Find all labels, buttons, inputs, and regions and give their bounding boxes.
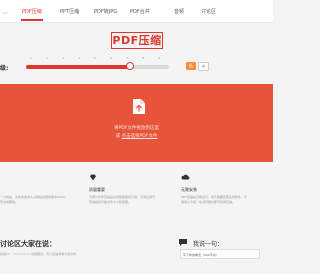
level-badge-low[interactable]: 低 [186,62,196,70]
slider-tick: 6 [110,56,112,60]
nav-pdf-merge[interactable]: PDF合并 [130,8,150,15]
slider-empty-track[interactable] [130,65,169,69]
nav-pdf-compress[interactable]: PDF压缩 [22,8,42,15]
upload-dropzone[interactable]: 将PDF文件拖放到这里 或 点击选择PDF文件 [0,84,273,162]
slider-tick: 7 [126,56,128,60]
slider-tick: 3 [62,56,64,60]
reviews-heading: 讨论区大家在说： [0,240,56,248]
nav-audio[interactable]: 音频 [174,8,184,15]
slider-filled-track[interactable] [26,65,130,69]
upload-or-text: 或 [115,134,121,139]
comment-heading: 我说一句： [193,241,224,248]
slider-handle[interactable] [126,62,134,70]
active-nav-underline [21,19,43,21]
diamond-icon [90,174,96,181]
select-file-link[interactable]: 点击选择PDF文件 [122,134,158,139]
feature-desc-quality: 大部分文件压缩后对清晰度保持不错，可通过调节压缩级别平衡文件大小和质量。 [89,195,156,204]
slider-tick: 4 [78,56,80,60]
slider-tick: 5 [94,56,96,60]
upload-hint-text: 将PDF文件拖放到这里 [114,126,159,131]
compression-level-label: 级: [0,65,9,72]
slider-tick: 8 [142,56,144,60]
speech-bubble-icon [179,239,187,246]
slider-tick: 9 [158,56,160,60]
feature-desc-no-install: PDF压缩在云端运行，用不需要安装任何软件，不用担心卡顿，在浏览器中即可完成压缩… [181,195,247,204]
cloud-icon [181,174,190,180]
slider-tick: 1 [30,56,32,60]
review-item: 某用户： 2021/09/11 功能很好，可以压缩非常大的文件 [0,252,165,256]
review-user: 某用户： [0,252,13,256]
feature-desc-security: 一小时后，文件将会永久从网站的服务器中100%安全地删除。 [0,195,66,204]
review-text: 功能很好，可以压缩非常大的文件 [31,252,77,256]
feature-title-no-install: 无需安装 [181,187,197,192]
nav-forum[interactable]: 讨论区 [201,8,216,15]
file-upload-icon [133,99,145,114]
top-navbar: com PDF压缩 PPT压缩 PDF转JPG PDF合并 音频 讨论区 [0,0,273,23]
level-badge-mid[interactable]: 中 [198,62,209,71]
comment-input[interactable]: 写下你的看法（200字内） [180,249,260,259]
page-title: PDF压缩 [111,32,163,49]
slider-tick: 2 [46,56,48,60]
nav-pdf-to-jpg[interactable]: PDF转JPG [94,8,117,15]
feature-title-quality: 质量重要 [89,187,105,192]
nav-ppt-compress[interactable]: PPT压缩 [60,8,79,15]
review-time: 2021/09/11 [12,252,31,256]
logo-subtext: com [2,11,9,15]
upload-select-line: 或 点击选择PDF文件 [0,133,273,139]
